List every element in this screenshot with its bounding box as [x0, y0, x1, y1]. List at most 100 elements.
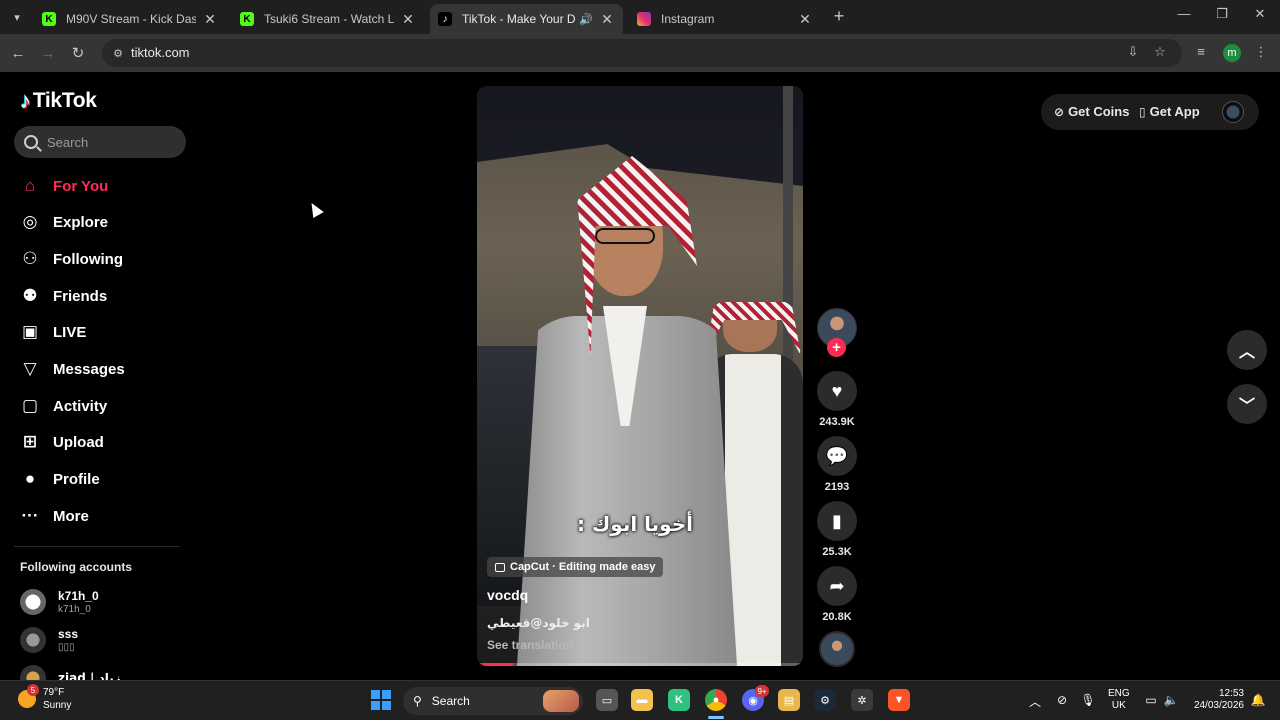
active-app-indicator [708, 716, 724, 719]
minimize-icon[interactable]: — [1174, 6, 1194, 21]
weather-badge: 5 [27, 684, 39, 696]
kick-icon: K [42, 12, 56, 26]
browser-profile-avatar[interactable]: m [1223, 44, 1241, 62]
video-player[interactable]: أخويا ابوك : CapCut · Editing made easy … [477, 86, 803, 666]
file-explorer-icon[interactable]: ▬ [631, 689, 653, 711]
live-icon: ▣ [21, 322, 39, 341]
task-view-icon[interactable]: ▭ [596, 689, 618, 711]
save-button[interactable]: ▮ [817, 501, 857, 541]
tab-tiktok[interactable]: ♪ TikTok - Make Your Day 🔊 ✕ [430, 4, 623, 34]
search-box[interactable] [14, 126, 186, 158]
forward-arrow-icon[interactable]: → [38, 43, 58, 63]
speaker-icon[interactable]: 🔊 [579, 13, 593, 26]
coin-icon: ⊘ [1054, 104, 1065, 119]
media-control-icon[interactable]: ≡ [1192, 44, 1210, 59]
nav-label: Friends [53, 287, 108, 305]
close-window-icon[interactable]: ✕ [1250, 6, 1270, 22]
comment-count: 2193 [824, 481, 850, 493]
following-icon: ⚇ [22, 249, 38, 268]
nav-for-you[interactable]: ⌂ For You [20, 172, 108, 200]
display-icon[interactable]: ▭ [1143, 693, 1159, 707]
video-username[interactable]: vocdq [487, 587, 528, 603]
bookmark-star-icon[interactable]: ☆ [1151, 44, 1169, 60]
next-video-button[interactable]: ﹀ [1227, 384, 1267, 424]
video-description: ابو خلود@قعيطي [487, 616, 590, 630]
music-disc-icon[interactable] [819, 631, 855, 667]
search-input[interactable] [47, 134, 167, 150]
address-bar[interactable]: ⚙ tiktok.com [102, 39, 1182, 67]
profile-avatar-icon: ● [24, 469, 36, 488]
system-clock[interactable]: 12:53 24/03/2026 [1190, 688, 1244, 712]
get-coins-button[interactable]: ⊘ Get Coins [1054, 104, 1129, 119]
tiktok-logo-icon: ♪ [20, 88, 31, 113]
logo-text: TikTok [32, 89, 97, 112]
following-accounts-heading: Following accounts [20, 560, 133, 574]
nav-friends[interactable]: ⚉ Friends [20, 282, 107, 310]
nav-label: Upload [53, 433, 104, 451]
tab-kick-stream[interactable]: K Tsuki6 Stream - Watch Live on Kick ✕ [232, 4, 424, 34]
close-tab-icon[interactable]: ✕ [202, 11, 218, 27]
site-info-icon[interactable]: ⚙ [110, 45, 126, 61]
following-account[interactable]: sss ▯▯▯ [20, 627, 78, 653]
comment-button[interactable]: 💬 [817, 436, 857, 476]
close-tab-icon[interactable]: ✕ [599, 11, 615, 27]
nav-upload[interactable]: ⊞ Upload [20, 428, 104, 456]
back-arrow-icon[interactable]: ← [8, 43, 28, 63]
language-indicator[interactable]: ENG UK [1108, 688, 1130, 712]
capcut-badge[interactable]: CapCut · Editing made easy [487, 557, 664, 577]
reload-icon[interactable]: ↻ [68, 43, 88, 63]
like-button[interactable]: ♥ [817, 371, 857, 411]
brave-icon[interactable]: ▼ [888, 689, 910, 711]
nav-explore[interactable]: ◎ Explore [20, 208, 108, 236]
nav-messages[interactable]: ▽ Messages [20, 355, 125, 383]
tab-kick-dashboard[interactable]: K M90V Stream - Kick Dashboard ✕ [34, 4, 226, 34]
new-tab-button[interactable]: + [830, 6, 848, 26]
nav-more[interactable]: ··· More [20, 502, 89, 530]
close-tab-icon[interactable]: ✕ [400, 11, 416, 27]
tiktok-logo[interactable]: ♪ TikTok [20, 88, 97, 114]
get-coins-label: Get Coins [1068, 104, 1130, 119]
share-button[interactable]: ➦ [817, 566, 857, 606]
video-progress-bar[interactable] [477, 663, 803, 666]
tab-instagram[interactable]: Instagram ✕ [629, 4, 821, 34]
browser-menu-icon[interactable]: ⋮ [1252, 44, 1270, 60]
restore-icon[interactable]: ❐ [1212, 6, 1232, 22]
following-account[interactable]: k71h_0 k71h_0 [20, 589, 99, 615]
settings-gear-icon[interactable]: ✲ [851, 689, 873, 711]
nav-label: Messages [53, 360, 125, 378]
notifications-icon[interactable]: 🔔 [1250, 693, 1266, 707]
see-translation-link[interactable]: See translation [487, 638, 573, 652]
previous-video-button[interactable]: ︿ [1227, 330, 1267, 370]
follow-plus-icon[interactable]: + [827, 338, 846, 357]
microphone-icon[interactable]: 🎙 [1080, 693, 1096, 707]
volume-icon[interactable]: 🔈 [1163, 693, 1179, 707]
close-tab-icon[interactable]: ✕ [797, 11, 813, 27]
get-app-button[interactable]: ▯ Get App [1139, 104, 1200, 119]
nav-following[interactable]: ⚇ Following [20, 245, 123, 273]
nav-profile[interactable]: ● Profile [20, 465, 100, 493]
steam-icon[interactable]: ⚙ [814, 689, 836, 711]
video-person-center [517, 156, 737, 666]
install-app-icon[interactable]: ⇩ [1124, 44, 1142, 60]
capcut-icon [495, 562, 505, 572]
tab-search-menu-icon[interactable]: ▾ [6, 6, 28, 28]
show-hidden-icons-chevron[interactable]: ︿ [1027, 693, 1043, 710]
windows-start-icon[interactable] [371, 690, 391, 710]
account-handle: ▯▯▯ [58, 642, 75, 653]
chrome-icon[interactable]: ● [705, 689, 727, 711]
kick-app-icon[interactable]: K [668, 689, 690, 711]
nav-activity[interactable]: ▢ Activity [20, 392, 107, 420]
compass-icon: ◎ [22, 212, 38, 231]
weather-widget[interactable]: 5 79°F Sunny [18, 684, 71, 712]
tab-title: M90V Stream - Kick Dashboard [66, 12, 196, 26]
nav-live[interactable]: ▣ LIVE [20, 318, 86, 346]
nav-label: Activity [53, 397, 108, 415]
home-icon: ⌂ [24, 176, 36, 195]
url-text[interactable]: tiktok.com [131, 45, 190, 60]
network-off-icon[interactable]: ⊘ [1054, 693, 1070, 707]
taskbar-search[interactable]: ⚲ Search [403, 687, 583, 715]
tiktok-icon: ♪ [438, 12, 452, 26]
folder-app-icon[interactable]: ▤ [778, 689, 800, 711]
user-avatar[interactable] [1222, 101, 1244, 123]
temperature: 79°F [43, 687, 65, 698]
